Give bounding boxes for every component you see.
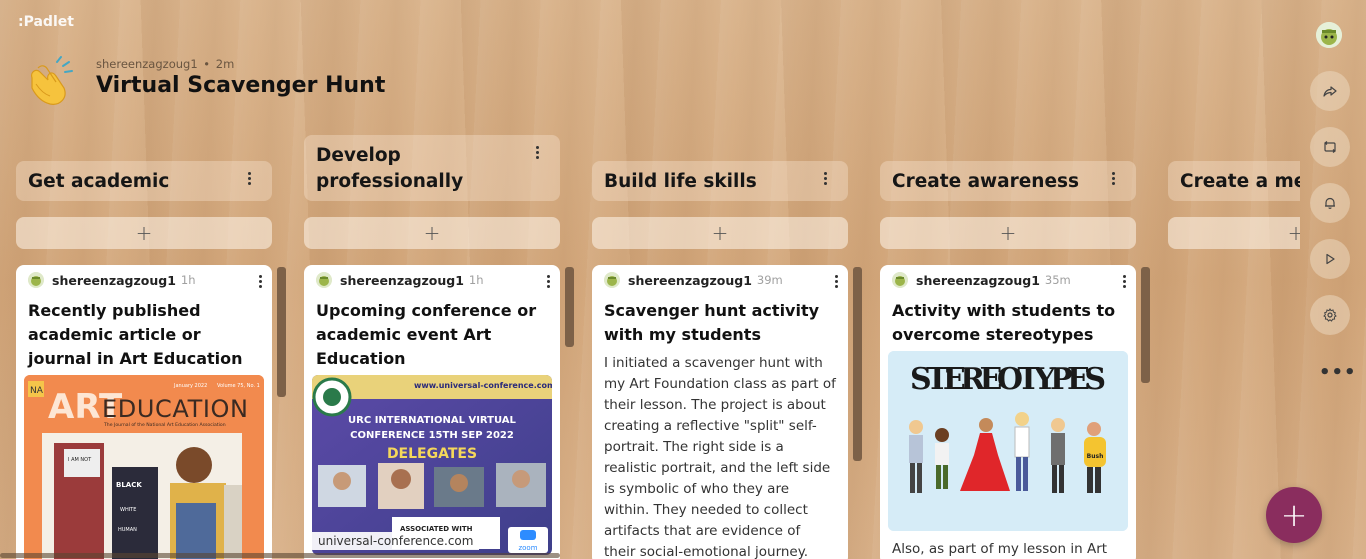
stereotypes-image[interactable]: STEREOTYPES Bush	[888, 351, 1128, 531]
shirt-human: HUMAN	[118, 527, 137, 533]
avatar	[316, 272, 332, 288]
conference-flyer-image[interactable]: www.universal-conference.com URC INTERNA…	[312, 375, 552, 555]
card-author-name: shereenzagzoug1	[52, 272, 176, 288]
avatar	[28, 272, 44, 288]
slideshow-button[interactable]	[1310, 239, 1350, 279]
column-title: Create awareness	[892, 171, 1080, 192]
stereotypes-heading: STEREOTYPES	[910, 362, 1106, 397]
flyer-headline-1: URC INTERNATIONAL VIRTUAL	[348, 415, 517, 426]
column-title: Build life skills	[604, 171, 757, 192]
add-post-button[interactable]: +	[880, 217, 1136, 249]
column-title: Create a me	[1180, 171, 1300, 192]
card-title: Activity with students to overcome stere…	[892, 301, 1116, 344]
image-caption[interactable]: universal-conference.com	[312, 532, 480, 550]
more-options-button[interactable]: •••	[1319, 362, 1357, 383]
gear-icon	[1323, 308, 1337, 322]
column-get-academic: Get academic + shereenzagzoug1 1h Recent…	[16, 0, 272, 559]
cover-volume: Volume 75, No. 1	[217, 383, 260, 389]
share-button[interactable]	[1310, 71, 1350, 111]
settings-button[interactable]	[1310, 295, 1350, 335]
add-post-button[interactable]: +	[16, 217, 272, 249]
post-card[interactable]: shereenzagzoug1 1h Recently published ac…	[16, 265, 272, 559]
card-title: Upcoming conference or academic event Ar…	[316, 301, 537, 368]
card-body: I initiated a scavenger hunt with my Art…	[604, 355, 836, 559]
horizontal-scrollbar[interactable]	[0, 553, 560, 558]
card-more-icon[interactable]	[1123, 275, 1127, 290]
column-more-icon[interactable]	[824, 172, 828, 187]
svg-text:I AM NOT: I AM NOT	[68, 457, 92, 463]
column-more-icon[interactable]	[248, 172, 252, 187]
column-title: Develop professionally	[316, 143, 548, 195]
post-card[interactable]: shereenzagzoug1 1h Upcoming conference o…	[304, 265, 560, 559]
card-author: shereenzagzoug1 1h	[316, 272, 548, 288]
card-author-name: shereenzagzoug1	[628, 272, 752, 288]
add-post-button[interactable]: +	[304, 217, 560, 249]
column-scrollbar[interactable]	[277, 267, 286, 397]
play-icon	[1326, 253, 1335, 265]
column-header[interactable]: Create awareness	[880, 161, 1136, 201]
board-columns: Get academic + shereenzagzoug1 1h Recent…	[0, 0, 1300, 559]
column-scrollbar[interactable]	[853, 267, 862, 461]
remake-icon	[1324, 141, 1336, 153]
shirt-bush: Bush	[1087, 453, 1104, 460]
cover-tagline: The Journal of the National Art Educatio…	[103, 422, 226, 428]
flyer-headline-3: DELEGATES	[387, 446, 477, 462]
avatar	[892, 272, 908, 288]
bell-icon	[1325, 197, 1335, 209]
cover-education: EDUCATION	[102, 395, 248, 423]
card-author-name: shereenzagzoug1	[340, 272, 464, 288]
cover-month: January 2022	[173, 383, 207, 389]
column-more-icon[interactable]	[1112, 172, 1116, 187]
share-icon	[1323, 86, 1337, 97]
user-avatar[interactable]	[1316, 22, 1342, 48]
shirt-white: WHITE	[120, 507, 136, 513]
card-more-icon[interactable]	[259, 275, 263, 290]
card-time: 35m	[1044, 273, 1071, 287]
card-time: 39m	[756, 273, 783, 287]
flyer-url: www.universal-conference.com	[414, 381, 552, 390]
card-author: shereenzagzoug1 39m	[604, 272, 836, 288]
new-post-fab[interactable]: +	[1266, 487, 1322, 543]
card-author: shereenzagzoug1 1h	[28, 272, 260, 288]
card-author-name: shereenzagzoug1	[916, 272, 1040, 288]
column-build-life-skills: Build life skills + shereenzagzoug1 39m …	[592, 0, 848, 559]
card-title: Recently published academic article or j…	[28, 301, 243, 368]
add-post-button[interactable]: +	[1168, 217, 1300, 249]
column-scrollbar[interactable]	[565, 267, 574, 347]
column-title: Get academic	[28, 171, 170, 192]
column-create-awareness: Create awareness + shereenzagzoug1 35m A…	[880, 0, 1136, 559]
avatar	[604, 272, 620, 288]
shirt-black: BLACK	[116, 481, 142, 489]
post-card[interactable]: shereenzagzoug1 35m Activity with studen…	[880, 265, 1136, 559]
column-develop-professionally: Develop professionally + shereenzagzoug1…	[304, 0, 560, 559]
card-author: shereenzagzoug1 35m	[892, 272, 1124, 288]
card-body: Also, as part of my lesson in Art	[892, 541, 1108, 557]
notifications-button[interactable]	[1310, 183, 1350, 223]
flyer-headline-2: CONFERENCE 15TH SEP 2022	[350, 430, 514, 441]
column-header[interactable]: Build life skills	[592, 161, 848, 201]
svg-text:NA: NA	[30, 386, 44, 396]
card-more-icon[interactable]	[547, 275, 551, 290]
column-header[interactable]: Get academic	[16, 161, 272, 201]
journal-cover-image[interactable]: NA January 2022 Volume 75, No. 1 ART EDU…	[24, 375, 264, 559]
remake-button[interactable]	[1310, 127, 1350, 167]
column-header[interactable]: Create a me	[1168, 161, 1300, 201]
post-card[interactable]: shereenzagzoug1 39m Scavenger hunt activ…	[592, 265, 848, 559]
column-title-line-2: professionally	[316, 171, 464, 192]
column-header[interactable]: Develop professionally	[304, 135, 560, 201]
column-scrollbar[interactable]	[1141, 267, 1150, 383]
plus-icon: +	[1280, 496, 1308, 534]
card-more-icon[interactable]	[835, 275, 839, 290]
card-title: Scavenger hunt activity with my students	[604, 301, 820, 344]
card-time: 1h	[468, 273, 484, 287]
column-more-icon[interactable]	[536, 146, 540, 161]
column-create-a-me: Create a me +	[1168, 0, 1300, 559]
flyer-zoom: zoom	[518, 544, 537, 552]
add-post-button[interactable]: +	[592, 217, 848, 249]
column-title-line-1: Develop	[316, 145, 401, 166]
card-time: 1h	[180, 273, 196, 287]
